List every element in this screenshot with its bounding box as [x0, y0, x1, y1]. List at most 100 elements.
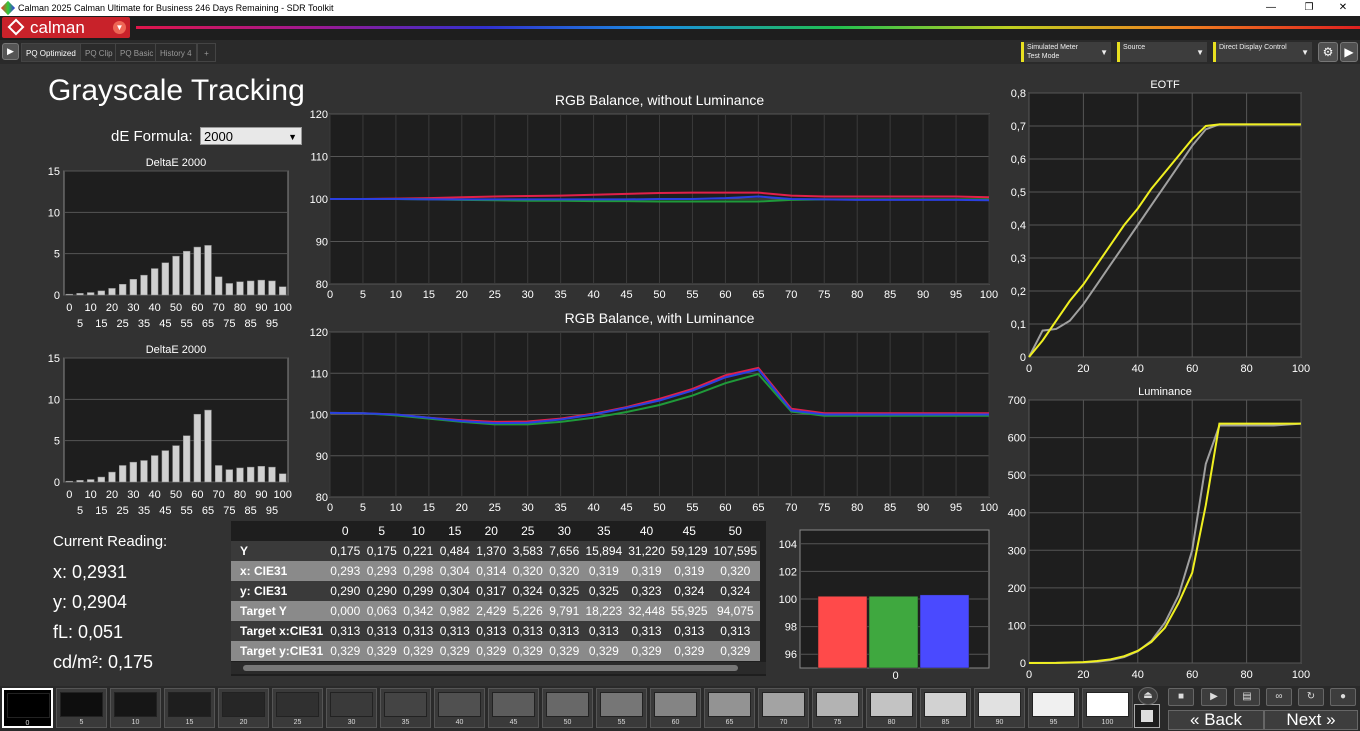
y-tick-label: 100 [1008, 620, 1026, 632]
meter-select[interactable]: Simulated Meter Test Mode ▼ [1021, 42, 1111, 62]
patch-15[interactable]: 15 [164, 688, 215, 728]
x-tick-label: 70 [785, 289, 797, 301]
tab-pq-clip[interactable]: PQ Clip [80, 43, 118, 62]
patch-35[interactable]: 35 [380, 688, 431, 728]
next-button[interactable]: Next » [1264, 710, 1358, 730]
patch-10[interactable]: 10 [110, 688, 161, 728]
patch-0[interactable]: 0 [2, 688, 53, 728]
tab-pq-optimized[interactable]: PQ Optimized [21, 43, 81, 62]
patch-label: 90 [995, 719, 1004, 726]
patch-65[interactable]: 65 [704, 688, 755, 728]
delta-bar [247, 466, 255, 483]
play-icon[interactable]: ▶ [1201, 688, 1227, 706]
chart-title: EOTF [1150, 79, 1180, 91]
delta-bar [76, 293, 84, 296]
stop-icon[interactable]: ■ [1168, 688, 1194, 706]
patch-swatch [114, 692, 157, 717]
eject-icon[interactable]: ⏏ [1138, 687, 1158, 705]
x-tick-label: 45 [620, 502, 632, 514]
patch-30[interactable]: 30 [326, 688, 377, 728]
save-icon[interactable]: ▤ [1234, 688, 1260, 706]
play-arrow-icon[interactable]: ▶ [2, 43, 19, 60]
x-tick-label: 80 [851, 502, 863, 514]
table-cell: 5,226 [509, 601, 546, 621]
table-cell: 0,313 [509, 621, 546, 641]
patch-label: 60 [671, 719, 680, 726]
x-tick-label: 20 [106, 489, 118, 501]
y-tick-label: 100 [310, 410, 328, 422]
patch-label: 15 [185, 719, 194, 726]
x-tick-label: 80 [1240, 669, 1252, 681]
table-horizontal-scrollbar[interactable] [231, 662, 766, 674]
settings-gear-icon[interactable]: ⚙ [1318, 42, 1338, 62]
patch-80[interactable]: 80 [866, 688, 917, 728]
current-reading-panel: Current Reading: x: 0,2931 y: 0,2904 fL:… [53, 533, 167, 682]
table-cell: 0,329 [710, 641, 760, 661]
patch-90[interactable]: 90 [974, 688, 1025, 728]
y-tick-label: 0,6 [1011, 154, 1026, 166]
table-cell: 0,325 [546, 581, 583, 601]
x-tick-label: 20 [1077, 669, 1089, 681]
de-formula-select[interactable]: 2000 ▼ [200, 127, 302, 145]
table-cell: 0,329 [473, 641, 510, 661]
patch-40[interactable]: 40 [434, 688, 485, 728]
patch-100[interactable]: 100 [1082, 688, 1133, 728]
patch-85[interactable]: 85 [920, 688, 971, 728]
measurement-table[interactable]: 0 5 10 15 20 25 30 35 40 45 50 Y 0,175 0,1… [231, 521, 766, 676]
x-tick-label: 90 [917, 289, 929, 301]
delta-bar [204, 245, 212, 296]
patch-50[interactable]: 50 [542, 688, 593, 728]
patch-75[interactable]: 75 [812, 688, 863, 728]
x-tick-label: 95 [266, 318, 278, 330]
patch-95[interactable]: 95 [1028, 688, 1079, 728]
y-tick-label: 100 [310, 194, 328, 206]
tab-pq-basic[interactable]: PQ Basic [115, 43, 159, 62]
x-tick-label: 75 [818, 502, 830, 514]
patch-60[interactable]: 60 [650, 688, 701, 728]
patch-20[interactable]: 20 [218, 688, 269, 728]
side-panel-arrow-icon[interactable]: ▶ [1340, 42, 1358, 62]
table-row[interactable]: Target y:CIE31 0,329 0,329 0,329 0,329 0,329 0… [231, 641, 760, 661]
patch-55[interactable]: 55 [596, 688, 647, 728]
calman-logo-menu[interactable]: calman ▼ [2, 17, 130, 38]
add-tab-button[interactable]: + [197, 43, 216, 62]
scrollbar-thumb[interactable] [243, 665, 738, 671]
source-select[interactable]: Source ▼ [1117, 42, 1207, 62]
circle-icon[interactable]: ● [1330, 688, 1356, 706]
y-tick-label: 600 [1008, 433, 1026, 445]
back-button[interactable]: « Back [1168, 710, 1264, 730]
patch-70[interactable]: 70 [758, 688, 809, 728]
patch-45[interactable]: 45 [488, 688, 539, 728]
chevron-down-icon: ▼ [1100, 48, 1108, 57]
delta-bar [108, 288, 116, 296]
table-cell: 0,329 [582, 641, 626, 661]
table-row[interactable]: Target Y 0,000 0,063 0,342 0,982 2,429 5,226 9,… [231, 601, 760, 621]
table-row[interactable]: Target x:CIE31 0,313 0,313 0,313 0,313 0,313 0… [231, 621, 760, 641]
table-row[interactable]: x: CIE31 0,293 0,293 0,298 0,304 0,314 0,320 0,… [231, 561, 760, 581]
x-tick-label: 5 [360, 289, 366, 301]
back-chevron-icon: « [1190, 710, 1205, 729]
table-row[interactable]: Y 0,175 0,175 0,221 0,484 1,370 3,583 7,656 15,8… [231, 541, 760, 561]
maximize-button[interactable]: ❐ [1299, 0, 1319, 16]
display-control-select[interactable]: Direct Display Control ▼ [1213, 42, 1312, 62]
loop-icon[interactable]: ∞ [1266, 688, 1292, 706]
close-button[interactable]: ✕ [1333, 0, 1353, 16]
x-tick-label: 75 [223, 505, 235, 517]
x-tick-label: 50 [170, 489, 182, 501]
minimize-button[interactable]: — [1261, 0, 1281, 16]
patch-25[interactable]: 25 [272, 688, 323, 728]
table-row[interactable]: y: CIE31 0,290 0,290 0,299 0,304 0,317 0,324 0,… [231, 581, 760, 601]
patch-5[interactable]: 5 [56, 688, 107, 728]
tab-history-4[interactable]: History 4 [155, 43, 197, 62]
stop-record-button[interactable] [1134, 704, 1160, 728]
table-cell: 0,304 [436, 581, 473, 601]
chart-title: Luminance [1138, 386, 1192, 398]
table-header-cell: 5 [363, 521, 400, 541]
refresh-icon[interactable]: ↻ [1298, 688, 1324, 706]
table-cell: 94,075 [710, 601, 760, 621]
y-tick-label: 300 [1008, 545, 1026, 557]
x-tick-label: 90 [255, 302, 267, 314]
patch-label: 100 [1101, 719, 1114, 726]
table-cell: 0,329 [400, 641, 437, 661]
yellow-curve-line [1028, 123, 1301, 358]
